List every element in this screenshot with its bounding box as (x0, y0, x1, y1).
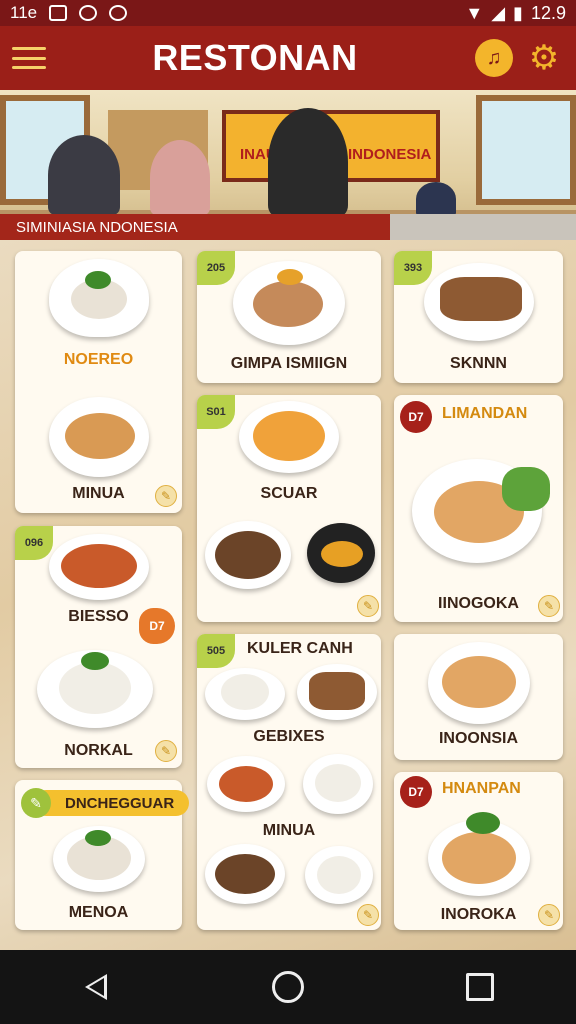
battery-icon: ▮ (513, 2, 523, 23)
back-button[interactable] (66, 957, 126, 1017)
item-label: NOEREO (63, 351, 134, 368)
menu-card-biesso[interactable]: 096 BIESSO D7 NORKAL ✎ (15, 526, 182, 768)
item-label: INOONSIA (438, 730, 519, 747)
status-text: 11e (10, 3, 38, 22)
chef-badge: D7 (139, 608, 175, 644)
app-notification-icon (79, 5, 98, 21)
book-icon: ♫ (475, 39, 513, 77)
menu-card-noereo[interactable]: NOEREO MINUA ✎ (15, 251, 182, 513)
status-bar: 11e ▼ ◢ ▮ 12.9 (0, 0, 576, 26)
leaf-icon: ✎ (357, 595, 379, 617)
category-pill: DNCHEGGUAR (33, 790, 189, 816)
hero-caption: SIMINIASIA NDONESIA (0, 214, 390, 240)
gear-icon: ⚙ (528, 39, 560, 77)
home-button[interactable] (258, 957, 318, 1017)
leaf-icon: ✎ (155, 485, 177, 507)
settings-button[interactable]: ⚙ (524, 38, 564, 78)
system-nav-bar (0, 950, 576, 1024)
home-icon (272, 971, 304, 1003)
price-badge: 505 (197, 634, 235, 668)
person-2 (150, 140, 210, 215)
image-icon (49, 5, 68, 21)
price-badge: 393 (394, 251, 432, 285)
leaf-icon: ✎ (538, 904, 560, 926)
leaf-icon: ✎ (538, 595, 560, 617)
menu-book-button[interactable]: ♫ (474, 38, 514, 78)
chef-badge: D7 (400, 401, 432, 433)
price-badge: 096 (15, 526, 53, 560)
item-label: SCUAR (260, 485, 318, 502)
app-title: RESTONAN (152, 37, 358, 78)
item-label: GIMPA ISMIIGN (230, 355, 348, 372)
person-3 (268, 108, 348, 216)
recents-button[interactable] (450, 957, 510, 1017)
menu-card-scuar[interactable]: S01 SCUAR ✎ (197, 395, 381, 622)
menu-card-hnanpan[interactable]: D7 HNANPAN INOROKA ✎ (394, 772, 563, 930)
menu-card-gimpa[interactable]: 205 GIMPA ISMIIGN (197, 251, 381, 383)
item-heading: LIMANDAN (442, 405, 528, 422)
menu-card-sknnn[interactable]: 393 SKNNN (394, 251, 563, 383)
item-heading: KULER CANH (247, 640, 353, 657)
menu-card-limandan[interactable]: D7 LIMANDAN IINOGOKA ✎ (394, 395, 563, 622)
signal-icon: ◢ (491, 2, 506, 23)
back-icon (85, 974, 107, 1000)
window-right (476, 95, 576, 205)
menu-card-kuler-canh[interactable]: 505 KULER CANH GEBIXES MINUA ✎ (197, 634, 381, 930)
menu-card-inoonsia[interactable]: INOONSIA (394, 634, 563, 760)
chef-badge: D7 (400, 776, 432, 808)
item-label: SKNNN (450, 355, 507, 372)
wifi-icon: ▼ (465, 2, 484, 23)
recents-icon (466, 973, 494, 1001)
item-label: MINUA (262, 822, 316, 839)
item-label: GEBIXES (253, 728, 325, 745)
app-bar: RESTONAN ♫ ⚙ (0, 26, 576, 90)
price-badge: 205 (197, 251, 235, 285)
item-label: MENOA (68, 904, 129, 921)
price-badge: S01 (197, 395, 235, 429)
leaf-icon: ✎ (21, 788, 51, 818)
browser-icon (109, 5, 128, 21)
leaf-icon: ✎ (155, 740, 177, 762)
status-time: 12.9 (530, 2, 566, 23)
menu-card-dnchegguar[interactable]: DNCHEGGUAR ✎ MENOA (15, 780, 189, 930)
menu-icon (12, 47, 46, 50)
leaf-icon: ✎ (357, 904, 379, 926)
menu-button[interactable] (12, 47, 46, 69)
item-heading: HNANPAN (442, 780, 521, 797)
menu-grid: NOEREO MINUA ✎ 205 GIMPA ISMIIGN 393 SKN… (0, 240, 576, 950)
person-4 (416, 182, 456, 216)
person-1 (48, 135, 120, 215)
